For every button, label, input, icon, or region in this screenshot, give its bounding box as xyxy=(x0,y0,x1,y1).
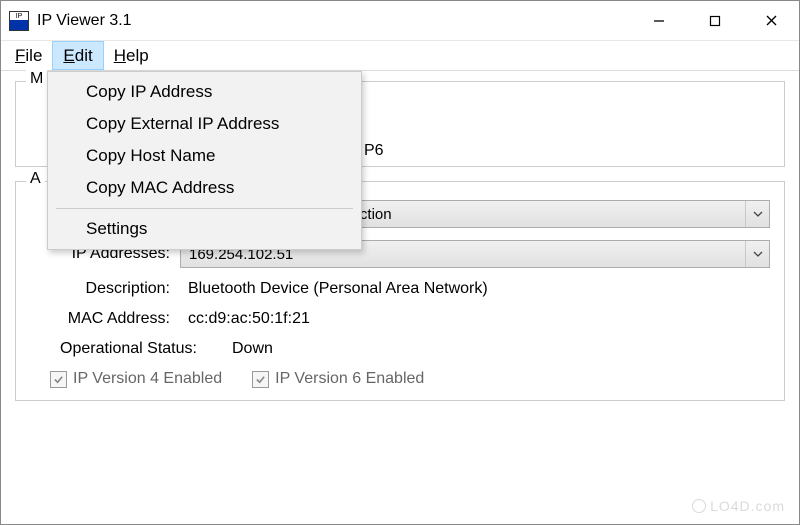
opstatus-value: Down xyxy=(220,340,273,358)
menu-copy-mac[interactable]: Copy MAC Address xyxy=(50,172,359,204)
ipv6-checkbox[interactable]: IP Version 6 Enabled xyxy=(252,370,424,388)
row-checkboxes: IP Version 4 Enabled IP Version 6 Enable… xyxy=(30,370,770,388)
chevron-down-icon xyxy=(745,241,769,267)
checkmark-icon xyxy=(252,371,269,388)
opstatus-label: Operational Status: xyxy=(30,340,220,358)
globe-icon xyxy=(692,499,706,513)
ipv6-label: IP Version 6 Enabled xyxy=(275,370,424,388)
maximize-button[interactable] xyxy=(687,1,743,40)
menubar: File Edit Help xyxy=(1,41,799,71)
checkmark-icon xyxy=(50,371,67,388)
menu-copy-host-name[interactable]: Copy Host Name xyxy=(50,140,359,172)
menu-file[interactable]: File xyxy=(5,41,52,70)
description-label: Description: xyxy=(30,280,180,298)
menu-settings[interactable]: Settings xyxy=(50,213,359,245)
titlebar: IP IP Viewer 3.1 xyxy=(1,1,799,41)
row-description: Description: Bluetooth Device (Personal … xyxy=(30,280,770,298)
menu-help[interactable]: Help xyxy=(104,41,159,70)
obscured-text: P6 xyxy=(364,142,384,160)
ipv4-checkbox[interactable]: IP Version 4 Enabled xyxy=(50,370,222,388)
menu-edit[interactable]: Edit xyxy=(52,41,103,70)
mac-label: MAC Address: xyxy=(30,310,180,328)
row-mac: MAC Address: cc:d9:ac:50:1f:21 xyxy=(30,310,770,328)
chevron-down-icon xyxy=(745,201,769,227)
row-opstatus: Operational Status: Down xyxy=(30,340,770,358)
menu-separator xyxy=(56,208,353,209)
window-title: IP Viewer 3.1 xyxy=(37,12,631,30)
minimize-button[interactable] xyxy=(631,1,687,40)
groupbox-machine-label: M xyxy=(26,70,47,88)
app-icon: IP xyxy=(9,11,29,31)
mac-value: cc:d9:ac:50:1f:21 xyxy=(180,310,310,328)
description-value: Bluetooth Device (Personal Area Network) xyxy=(180,280,488,298)
edit-dropdown-menu: Copy IP Address Copy External IP Address… xyxy=(47,71,362,250)
ipv4-label: IP Version 4 Enabled xyxy=(73,370,222,388)
window-controls xyxy=(631,1,799,40)
menu-copy-ip[interactable]: Copy IP Address xyxy=(50,76,359,108)
close-button[interactable] xyxy=(743,1,799,40)
menu-copy-external-ip[interactable]: Copy External IP Address xyxy=(50,108,359,140)
groupbox-adapter-label: A xyxy=(26,170,45,188)
watermark: LO4D.com xyxy=(692,498,785,514)
